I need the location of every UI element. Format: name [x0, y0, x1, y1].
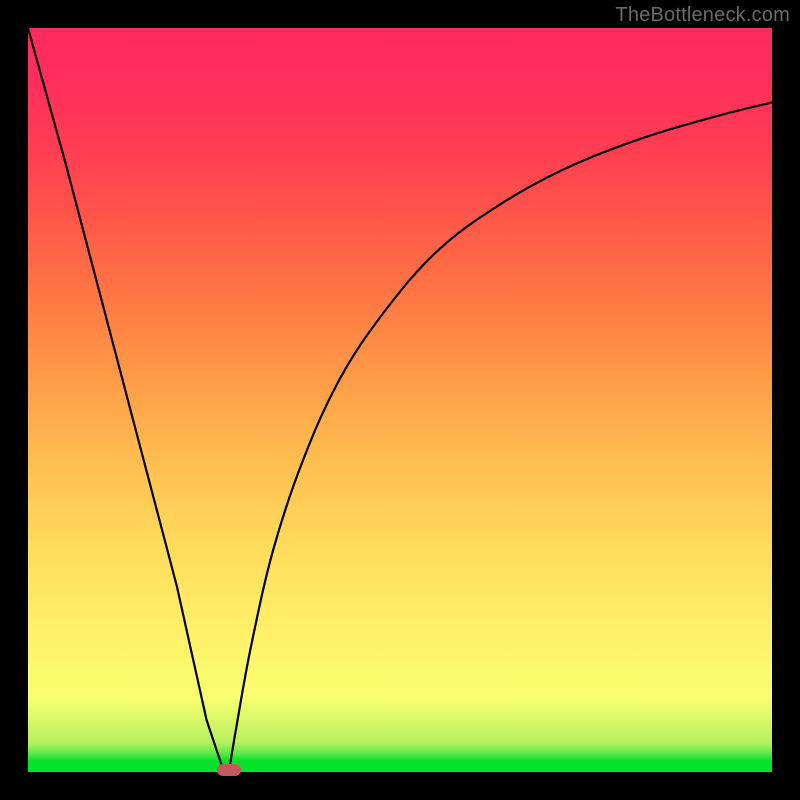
- curve-right-branch: [229, 102, 772, 772]
- watermark-text: TheBottleneck.com: [615, 4, 790, 27]
- plot-area: [28, 28, 772, 772]
- curve-left-branch: [28, 28, 229, 772]
- optimum-marker: [217, 764, 241, 776]
- chart-frame: TheBottleneck.com: [0, 0, 800, 800]
- bottleneck-curve: [28, 28, 772, 772]
